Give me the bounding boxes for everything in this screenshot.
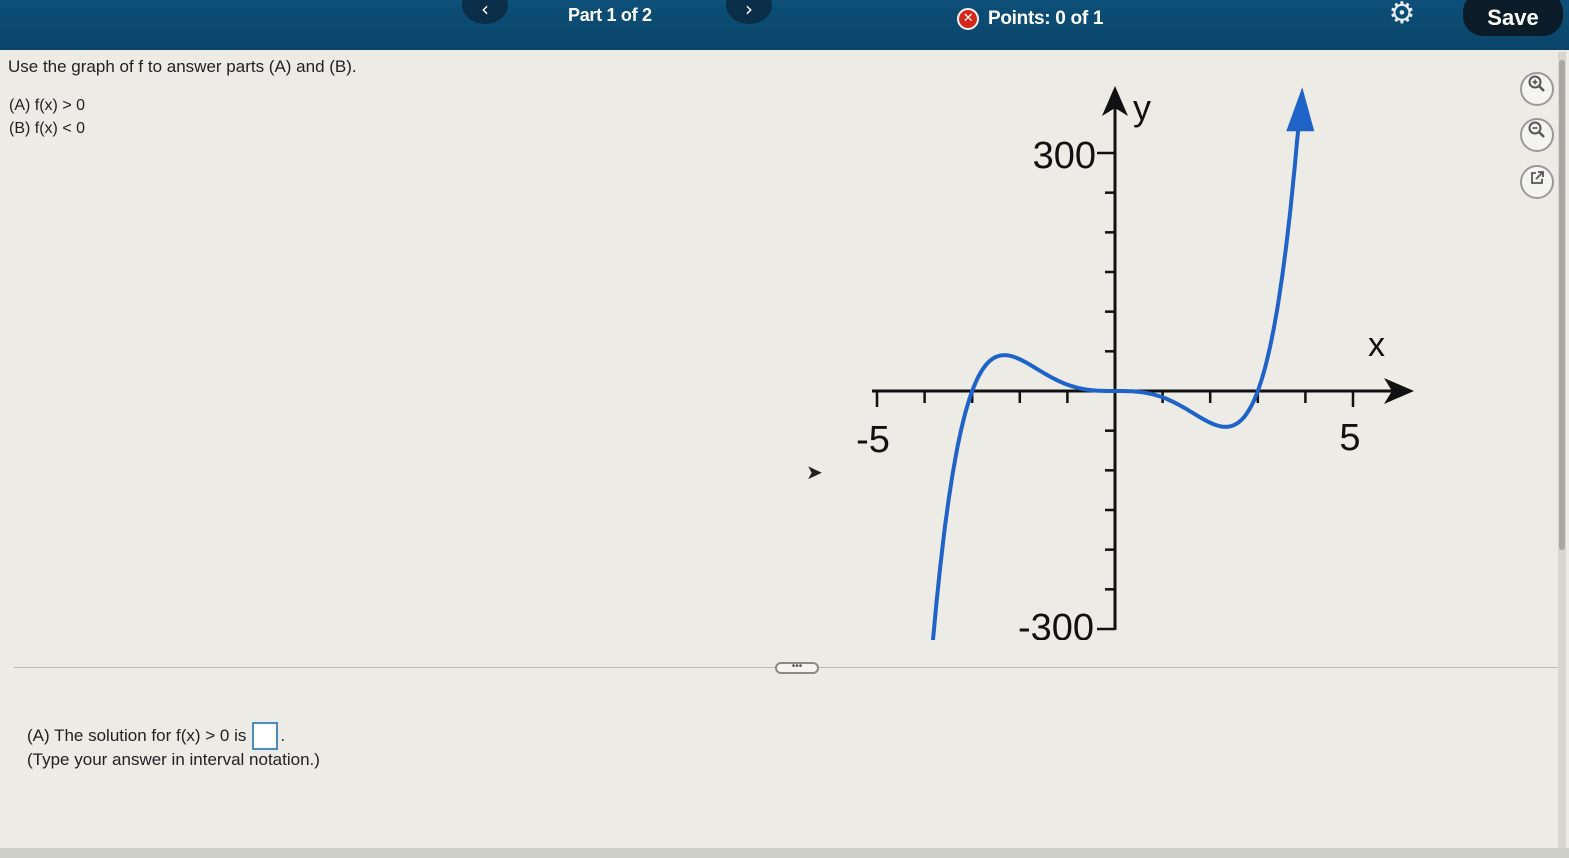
zoom-out-button[interactable] <box>1520 118 1554 152</box>
y-axis-label: y <box>1133 87 1151 128</box>
y-min-label: -300 <box>1018 607 1094 640</box>
answer-hint: (Type your answer in interval notation.) <box>27 750 320 769</box>
settings-button[interactable]: ⚙ <box>1386 0 1418 30</box>
zoom-out-icon <box>1527 121 1547 145</box>
prev-part-button[interactable]: ‹ <box>462 0 508 24</box>
popout-icon <box>1528 171 1546 192</box>
function-graph: y x 300 -300 -5 5 <box>856 86 1414 640</box>
x-axis-label: x <box>1368 326 1385 364</box>
answer-label: (A) The solution for f(x) > 0 is <box>27 726 247 745</box>
x-max-label: 5 <box>1339 417 1360 459</box>
answer-period: . <box>280 726 286 745</box>
x-circle-icon: ✕ <box>957 8 979 30</box>
gear-icon: ⚙ <box>1388 0 1416 31</box>
x-min-label: -5 <box>856 419 890 461</box>
top-bar: ‹ Part 1 of 2 › ✕ Points: 0 of 1 ⚙ Save <box>0 0 1569 50</box>
resize-handle[interactable]: ••• <box>775 662 819 674</box>
scrollbar-thumb[interactable] <box>1559 60 1565 550</box>
answer-input[interactable] <box>252 722 279 750</box>
question-part-a: (A) f(x) > 0 <box>9 97 86 114</box>
points-status: ✕ Points: 0 of 1 <box>957 8 1103 30</box>
next-part-button[interactable]: › <box>726 0 772 24</box>
answer-line: (A) The solution for f(x) > 0 is . <box>27 722 285 750</box>
zoom-in-icon <box>1527 75 1547 99</box>
popout-button[interactable] <box>1520 165 1554 199</box>
bottom-strip <box>0 848 1569 858</box>
points-label: Points: 0 of 1 <box>988 8 1104 29</box>
zoom-in-button[interactable] <box>1520 72 1554 106</box>
question-part-b: (B) f(x) < 0 <box>9 120 86 137</box>
y-max-label: 300 <box>1033 135 1096 177</box>
part-indicator: Part 1 of 2 <box>568 5 652 25</box>
chevron-right-icon: › <box>745 0 753 21</box>
mouse-cursor-icon: ➤ <box>806 460 823 484</box>
chevron-left-icon: ‹ <box>481 0 489 21</box>
question-prompt: Use the graph of f to answer parts (A) a… <box>8 57 357 76</box>
save-button[interactable]: Save <box>1463 0 1563 36</box>
curve-arrow-up <box>1286 87 1315 132</box>
